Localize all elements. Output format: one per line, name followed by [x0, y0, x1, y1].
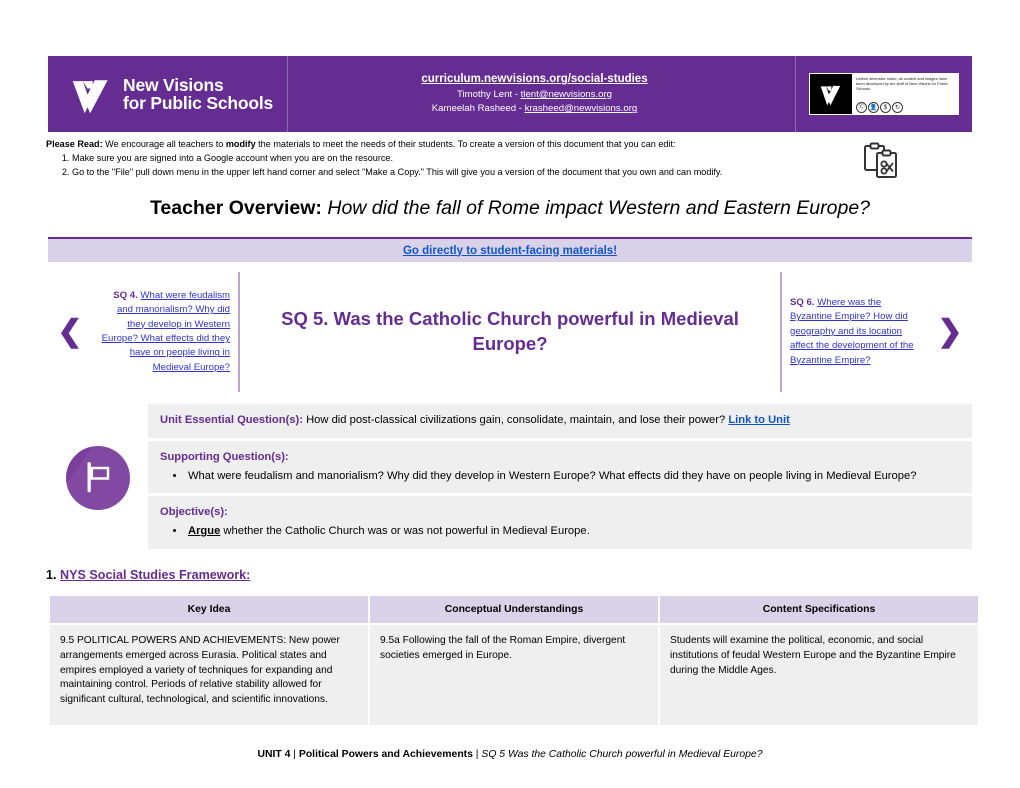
cc-badge-by: 👤	[868, 102, 879, 113]
page-footer: UNIT 4 | Political Powers and Achievemen…	[48, 748, 972, 763]
header-contact-cell: curriculum.newvisions.org/social-studies…	[288, 56, 796, 132]
please-read-step: Make sure you are signed into a Google a…	[72, 151, 836, 165]
objective-rest: whether the Catholic Church was or was n…	[220, 525, 590, 538]
please-read-section: Please Read: We encourage all teachers t…	[46, 138, 836, 180]
objectives-list: Argue whether the Catholic Church was or…	[160, 523, 958, 540]
framework-heading-number: 1.	[46, 568, 61, 582]
framework-cell-key-idea: 9.5 POLITICAL POWERS AND ACHIEVEMENTS: N…	[50, 625, 368, 725]
cc-badge-sa: ↻	[892, 102, 903, 113]
footer-unit-name: Political Powers and Achievements	[298, 749, 473, 760]
please-read-intro-bold: modify	[225, 139, 256, 149]
framework-cell-content: Students will examine the political, eco…	[660, 625, 978, 725]
footer-sq: SQ 5 Was the Catholic Church powerful in…	[481, 749, 763, 760]
brand-logo: New Visions for Public Schools	[70, 72, 273, 116]
current-question-title: SQ 5. Was the Catholic Church powerful i…	[281, 308, 739, 354]
framework-col-content: Content Specifications	[660, 596, 978, 623]
link-to-unit[interactable]: Link to Unit	[728, 414, 790, 426]
next-question-cell[interactable]: SQ 6. Where was the Byzantine Empire? Ho…	[780, 272, 928, 392]
please-read-step: Go to the "File" pull down menu in the u…	[72, 165, 836, 179]
copy-clipboard-icon-svg	[864, 142, 897, 178]
previous-question-text: SQ 4. What were feudalism and manorialis…	[100, 289, 230, 375]
framework-heading-link[interactable]: NYS Social Studies Framework:	[60, 568, 250, 582]
objective-item: Argue whether the Catholic Church was or…	[186, 523, 958, 540]
flag-banner-icon	[66, 445, 130, 510]
document-page: New Visions for Public Schools curriculu…	[0, 0, 1020, 788]
footer-unit: UNIT 4	[257, 749, 291, 760]
contact-email-1[interactable]: tlent@newvisions.org	[521, 89, 612, 100]
page-title-prefix: Teacher Overview:	[149, 197, 322, 219]
student-materials-bar: Go directly to student-facing materials!	[48, 237, 972, 262]
framework-table-header-row: Key Idea Conceptual Understandings Conte…	[50, 596, 978, 623]
framework-col-key-idea: Key Idea	[50, 596, 368, 623]
table-row: 9.5 POLITICAL POWERS AND ACHIEVEMENTS: N…	[50, 625, 978, 725]
objectives-label: Objective(s):	[160, 506, 228, 519]
cc-badge-cc: Ⓒ	[856, 102, 867, 113]
contact-name-2: Kameelah Rasheed -	[431, 103, 525, 115]
document-header-bar: New Visions for Public Schools curriculu…	[48, 56, 972, 132]
contact-line-1: Timothy Lent - tlent@newvisions.org	[457, 88, 612, 102]
curriculum-url-link[interactable]: curriculum.newvisions.org/social-studies	[421, 71, 647, 88]
page-title: Teacher Overview: How did the fall of Ro…	[48, 196, 972, 221]
supporting-questions-row: Supporting Question(s): What were feudal…	[148, 440, 972, 494]
previous-question-arrow-icon[interactable]: ❮	[48, 272, 92, 392]
license-badges: Ⓒ 👤 $ ↻	[856, 102, 955, 113]
flag-banner-icon-svg	[87, 462, 110, 493]
new-visions-checkmark-logo-icon-small	[820, 85, 841, 106]
framework-table: Key Idea Conceptual Understandings Conte…	[48, 594, 980, 727]
question-objectives-block: Unit Essential Question(s): How did post…	[48, 404, 972, 552]
page-title-question: How did the fall of Rome impact Western …	[327, 197, 871, 219]
brand-logo-text: New Visions for Public Schools	[123, 74, 274, 113]
framework-col-conceptual: Conceptual Understandings	[370, 596, 658, 623]
next-question-arrow-icon[interactable]: ❯	[928, 272, 972, 392]
contact-email-2[interactable]: krasheed@newvisions.org	[525, 103, 638, 114]
please-read-intro-after: the materials to meet the needs of their…	[255, 139, 676, 149]
question-navigation-row: ❮ SQ 4. What were feudalism and manorial…	[48, 272, 972, 392]
previous-question-link[interactable]: What were feudalism and manorialism? Why…	[102, 290, 230, 373]
essential-question-label: Unit Essential Question(s):	[160, 414, 303, 426]
please-read-intro: Please Read: We encourage all teachers t…	[46, 138, 836, 151]
framework-heading: 1. NYS Social Studies Framework:	[46, 568, 250, 582]
copy-clipboard-icon	[862, 142, 906, 182]
please-read-intro-before: We encourage all teachers to	[102, 139, 226, 149]
question-block-rows: Unit Essential Question(s): How did post…	[148, 404, 972, 552]
objectives-row: Objective(s): Argue whether the Catholic…	[148, 496, 972, 549]
objective-verb: Argue	[188, 525, 221, 538]
essential-question-row: Unit Essential Question(s): How did post…	[148, 404, 972, 438]
brand-logo-line2: for Public Schools	[123, 93, 274, 113]
please-read-steps: Make sure you are signed into a Google a…	[46, 151, 836, 180]
previous-question-label: SQ 4.	[113, 289, 138, 301]
new-visions-checkmark-logo-icon	[72, 80, 108, 114]
contact-line-2: Kameelah Rasheed - krasheed@newvisions.o…	[432, 102, 637, 116]
creative-commons-box: Unless otherwise noted, all content and …	[809, 73, 959, 115]
essential-question-head: Unit Essential Question(s): How did post…	[160, 412, 958, 429]
header-license-cell: Unless otherwise noted, all content and …	[796, 56, 972, 132]
license-note-text: Unless otherwise noted, all content and …	[856, 76, 948, 91]
previous-question-cell[interactable]: SQ 4. What were feudalism and manorialis…	[92, 272, 240, 392]
header-logo-cell: New Visions for Public Schools	[48, 56, 288, 132]
next-question-label: SQ 6.	[790, 297, 815, 309]
supporting-question-item: What were feudalism and manorialism? Why…	[186, 468, 958, 485]
supporting-questions-list: What were feudalism and manorialism? Why…	[160, 468, 958, 485]
framework-cell-conceptual: 9.5a Following the fall of the Roman Emp…	[370, 625, 658, 725]
go-to-student-materials-link[interactable]: Go directly to student-facing materials!	[403, 245, 617, 257]
please-read-label: Please Read:	[46, 139, 103, 149]
cc-badge-nc: $	[880, 102, 891, 113]
essential-question-text: How did post-classical civilizations gai…	[302, 414, 729, 426]
current-question-cell: SQ 5. Was the Catholic Church powerful i…	[240, 272, 780, 392]
next-question-text: SQ 6. Where was the Byzantine Empire? Ho…	[790, 296, 920, 368]
question-block-icon-column	[48, 404, 148, 552]
license-note: Unless otherwise noted, all content and …	[852, 74, 958, 114]
footer-sep-1: |	[290, 749, 299, 760]
supporting-questions-label: Supporting Question(s):	[160, 450, 289, 463]
brand-logo-line1: New Visions	[123, 74, 224, 95]
contact-name-1: Timothy Lent -	[457, 88, 521, 100]
license-logo-block	[810, 74, 852, 114]
